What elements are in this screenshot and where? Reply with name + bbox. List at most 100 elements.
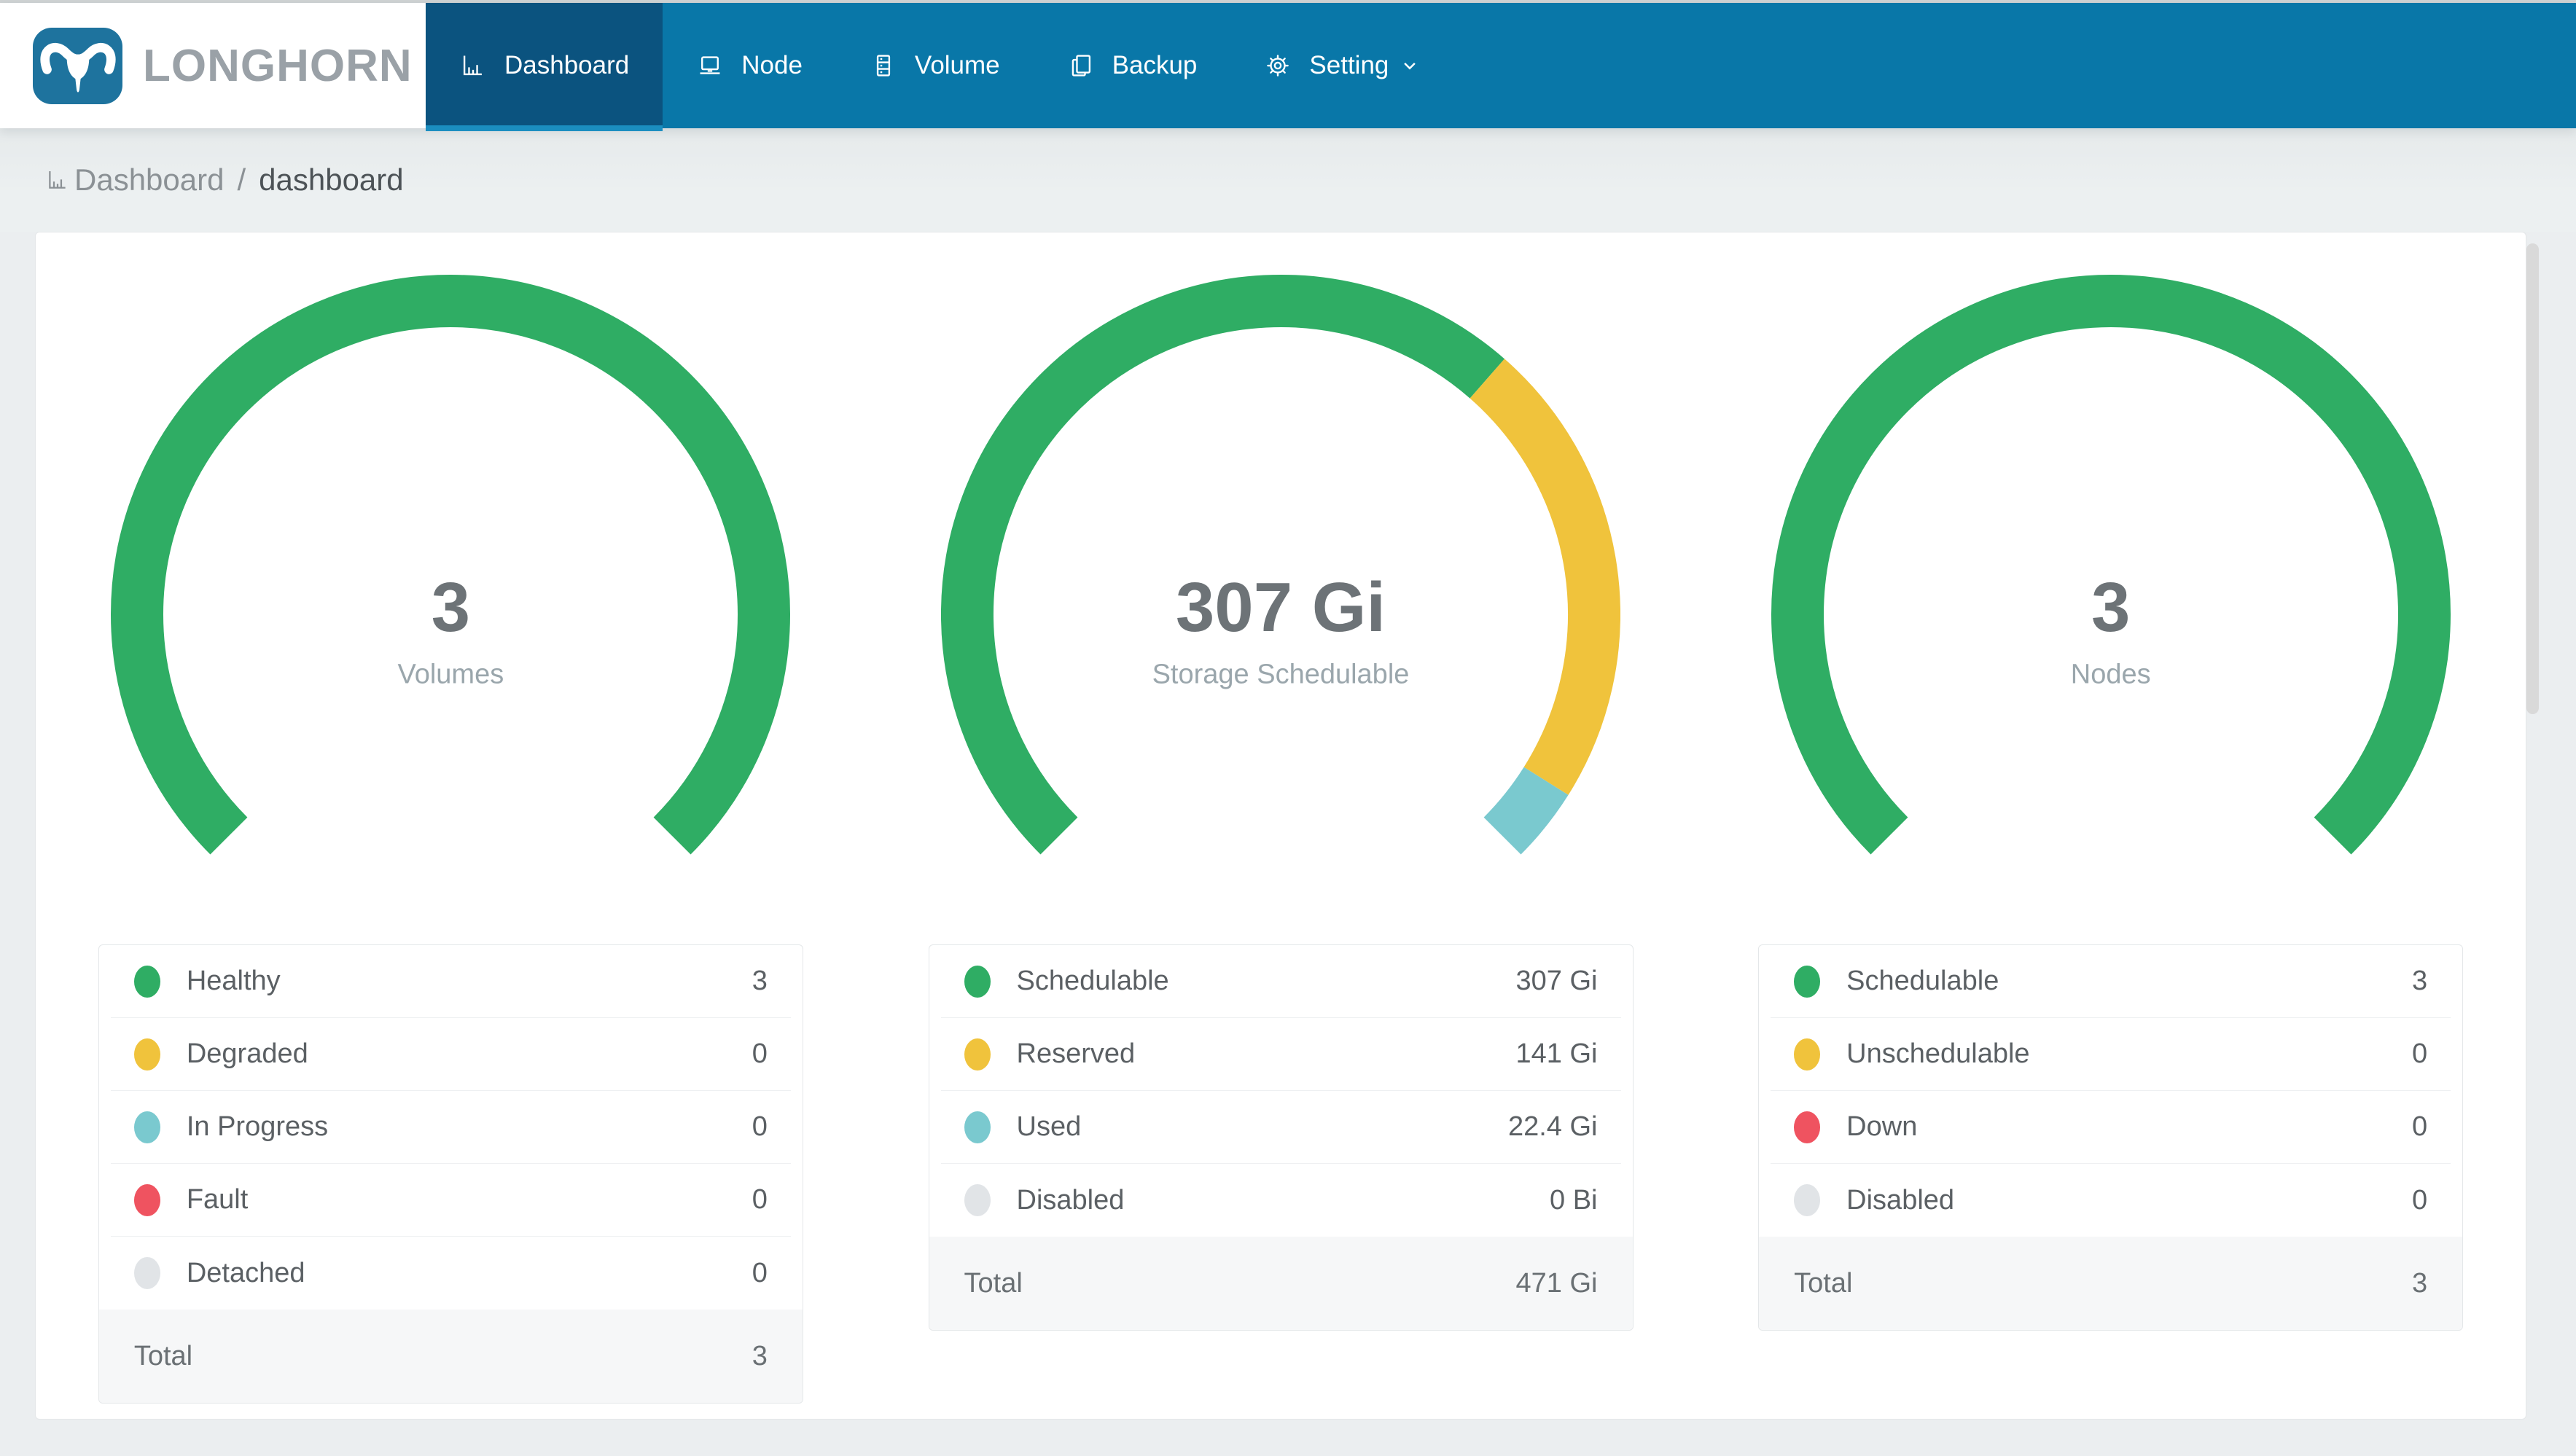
total-label: Total — [964, 1267, 1023, 1299]
nav-item-label: Node — [741, 51, 803, 79]
legend-dot-gray — [964, 1184, 991, 1216]
legend-row-disabled: Disabled 0 — [1771, 1164, 2451, 1237]
legend-label: Used — [1016, 1111, 1082, 1142]
nav-item-backup[interactable]: Backup — [1034, 3, 1231, 128]
gauge-center-label: Volumes — [397, 659, 504, 690]
legend-dot-teal — [133, 1111, 160, 1143]
gauge-storage: 307 Gi Storage Schedulable — [941, 269, 1620, 890]
backup-icon — [1067, 52, 1095, 79]
legend-value: 22.4 Gi — [1507, 1111, 1598, 1142]
legend-value: 0 — [2412, 1038, 2428, 1069]
gauge-center-value: 3 — [431, 568, 471, 646]
brand-name: LONGHORN — [143, 40, 413, 91]
legend-value: 3 — [752, 966, 768, 996]
volume-icon — [870, 52, 897, 79]
header: LONGHORN Dashboard Node Volume Backup Settin… — [0, 3, 2576, 131]
legend-row-fault: Fault 0 — [110, 1164, 791, 1237]
legend-dot-green — [964, 965, 991, 998]
bar-chart-icon — [45, 168, 70, 192]
main-card: 3 Volumes Healthy 3 Degraded 0 In Progress 0 Fau… — [35, 232, 2526, 1420]
legend-table-storage: Schedulable 307 Gi Reserved 141 Gi Used 22.4 … — [928, 944, 1634, 1331]
dashboard-panel-nodes: 3 Nodes Schedulable 3 Unschedulable 0 Down 0 Dis… — [1695, 269, 2526, 1404]
legend-label: Degraded — [186, 1038, 308, 1069]
nav-item-label: Dashboard — [504, 51, 630, 79]
brand[interactable]: LONGHORN — [0, 3, 426, 128]
gear-icon — [1264, 52, 1292, 79]
gauge-volumes: 3 Volumes — [111, 269, 791, 890]
legend-row-reserved: Reserved 141 Gi — [940, 1018, 1621, 1091]
legend-dot-gray — [1794, 1184, 1821, 1216]
longhorn-logo-icon — [33, 27, 122, 104]
legend-dot-red — [133, 1183, 160, 1216]
legend-value: 0 — [752, 1257, 768, 1288]
gauge-center-label: Storage Schedulable — [1152, 659, 1410, 690]
nav-item-label: Setting — [1309, 51, 1389, 79]
gauge-nodes: 3 Nodes — [1771, 269, 2451, 890]
gauge-center-label: Nodes — [2070, 659, 2151, 690]
legend-dot-teal — [964, 1111, 991, 1143]
legend-label: Schedulable — [1016, 966, 1169, 996]
legend-value: 3 — [2412, 966, 2428, 996]
dashboard-panel-storage: 307 Gi Storage Schedulable Schedulable 307 … — [866, 269, 1696, 1404]
legend-value: 0 — [752, 1184, 768, 1215]
legend-total-row: Total 471 Gi — [929, 1237, 1633, 1330]
breadcrumb-root-link[interactable]: Dashboard — [74, 163, 224, 197]
legend-dot-gray — [133, 1257, 160, 1289]
legend-value: 0 — [2412, 1184, 2428, 1216]
nav-item-label: Volume — [914, 51, 1000, 79]
legend-dot-yellow — [133, 1038, 160, 1071]
legend-value: 0 Bi — [1550, 1184, 1598, 1216]
total-value: 471 Gi — [1515, 1267, 1598, 1299]
legend-label: Unschedulable — [1846, 1038, 2030, 1069]
legend-dot-red — [1794, 1111, 1821, 1143]
legend-rows: Schedulable 307 Gi Reserved 141 Gi Used 22.4 … — [929, 945, 1633, 1237]
legend-table-nodes: Schedulable 3 Unschedulable 0 Down 0 Disabled 0… — [1758, 944, 2464, 1331]
legend-total-row: Total 3 — [1759, 1237, 2463, 1330]
legend-value: 0 — [752, 1111, 768, 1142]
legend-label: Down — [1846, 1111, 1918, 1142]
legend-dot-yellow — [1794, 1038, 1821, 1071]
legend-row-down: Down 0 — [1771, 1091, 2451, 1164]
legend-label: Schedulable — [1846, 966, 1999, 996]
legend-dot-green — [1794, 965, 1821, 998]
total-label: Total — [133, 1340, 193, 1371]
legend-rows: Schedulable 3 Unschedulable 0 Down 0 Disabled 0 — [1759, 945, 2462, 1237]
legend-row-schedulable: Schedulable 3 — [1771, 945, 2451, 1018]
legend-label: Reserved — [1016, 1038, 1136, 1069]
total-value: 3 — [2412, 1267, 2428, 1299]
gauge-center-value: 307 Gi — [1175, 568, 1386, 646]
legend-dot-yellow — [964, 1038, 991, 1071]
breadcrumb-current: dashboard — [259, 163, 404, 197]
node-icon — [696, 52, 724, 79]
legend-value: 0 — [2412, 1111, 2428, 1142]
total-label: Total — [1794, 1267, 1853, 1299]
legend-value: 307 Gi — [1515, 966, 1598, 996]
gauge-segment-used — [1483, 767, 1569, 855]
legend-row-used: Used 22.4 Gi — [940, 1091, 1621, 1164]
scrollbar-thumb[interactable] — [2526, 243, 2539, 714]
nav-item-node[interactable]: Node — [663, 3, 836, 128]
gauge-center-value: 3 — [2091, 568, 2131, 646]
legend-row-detached: Detached 0 — [111, 1237, 791, 1310]
chevron-down-icon — [1399, 55, 1421, 77]
legend-row-unschedulable: Unschedulable 0 — [1771, 1018, 2451, 1091]
main-nav: Dashboard Node Volume Backup Setting — [426, 3, 2576, 131]
legend-total-row: Total 3 — [98, 1310, 803, 1403]
legend-dot-green — [133, 965, 160, 998]
legend-label: In Progress — [186, 1111, 329, 1142]
legend-label: Fault — [186, 1184, 249, 1215]
bar-chart-icon — [459, 52, 487, 79]
legend-value: 0 — [752, 1038, 768, 1069]
nav-item-setting[interactable]: Setting — [1230, 3, 1454, 128]
legend-row-in-progress: In Progress 0 — [110, 1091, 791, 1164]
nav-item-label: Backup — [1112, 51, 1198, 79]
dashboard-grid: 3 Volumes Healthy 3 Degraded 0 In Progress 0 Fau… — [36, 269, 2526, 1404]
nav-item-volume[interactable]: Volume — [836, 3, 1034, 128]
legend-label: Healthy — [186, 966, 281, 996]
breadcrumb: Dashboard / dashboard — [0, 128, 2576, 232]
nav-item-dashboard[interactable]: Dashboard — [426, 3, 663, 131]
dashboard-panel-volumes: 3 Volumes Healthy 3 Degraded 0 In Progress 0 Fau… — [36, 269, 866, 1404]
legend-row-degraded: Degraded 0 — [110, 1018, 791, 1091]
total-value: 3 — [752, 1340, 768, 1371]
legend-table-volumes: Healthy 3 Degraded 0 In Progress 0 Fault 0 Detac… — [98, 944, 803, 1404]
